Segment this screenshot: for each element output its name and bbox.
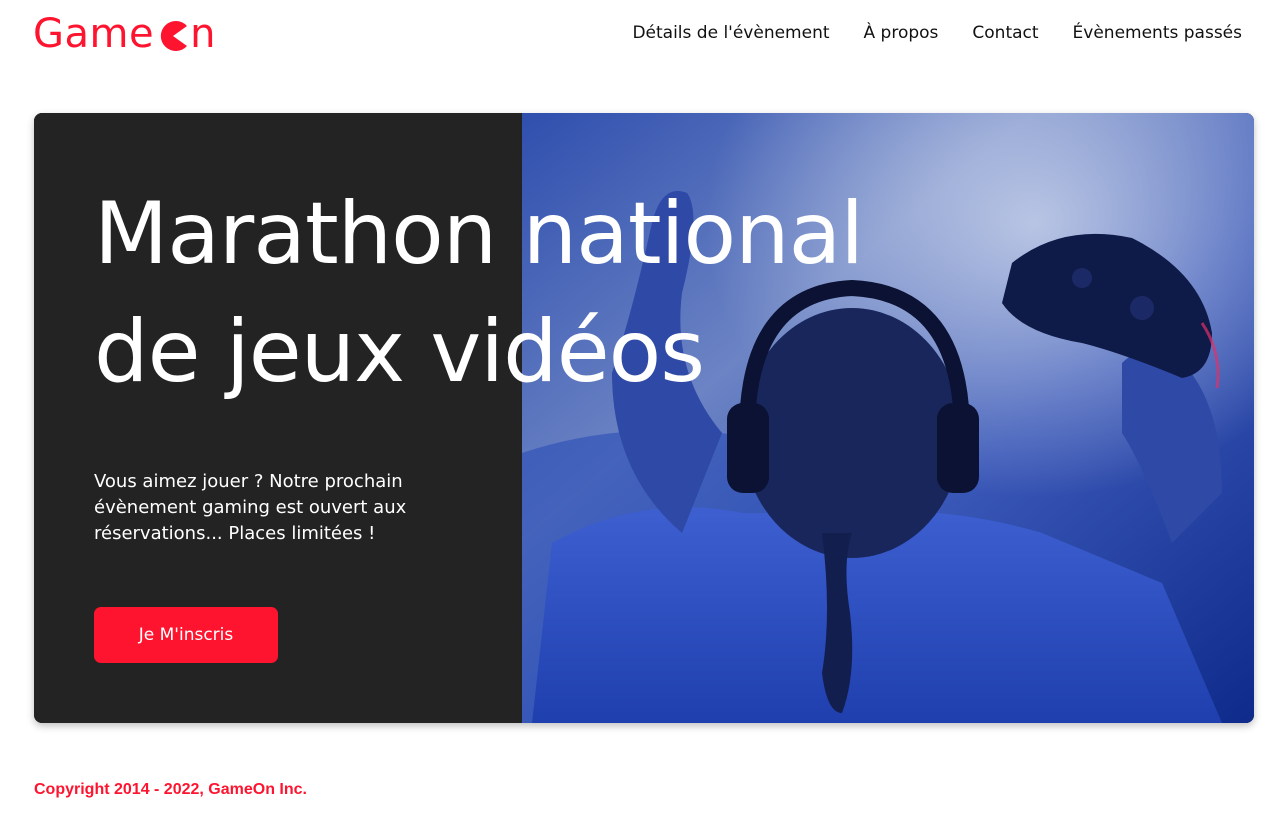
main-nav: Détails de l'évènement À propos Contact … [632,21,1242,45]
pacman-o-icon [160,21,188,51]
register-button[interactable]: Je M'inscris [94,607,278,663]
hero-description: Vous aimez jouer ? Notre prochain évènem… [94,471,407,544]
nav-link-event-details[interactable]: Détails de l'évènement [632,21,829,45]
logo-text-game: Game [33,11,155,57]
nav-link-about[interactable]: À propos [864,21,939,45]
nav-link-contact[interactable]: Contact [972,21,1038,45]
hero-title-line-2: de jeux vidéos [94,302,705,402]
nav-link-past-events[interactable]: Évènements passés [1073,21,1242,45]
hero-title-line-1: Marathon national [94,184,864,284]
hero-section: Marathon national de jeux vidéos Vous ai… [34,113,1254,723]
hero-title: Marathon national de jeux vidéos [94,175,864,411]
copyright-text: Copyright 2014 - 2022, GameOn Inc. [34,781,307,798]
logo-text-n: n [190,11,216,57]
site-footer: Copyright 2014 - 2022, GameOn Inc. [34,781,307,799]
gameon-logo[interactable]: Game n [33,12,216,56]
